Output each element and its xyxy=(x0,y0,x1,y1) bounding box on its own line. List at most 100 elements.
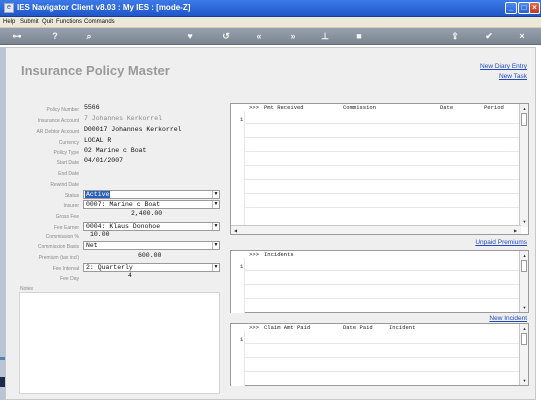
app-icon: e xyxy=(4,3,14,13)
fee-interval-select[interactable]: 2: Quarterly ▼ xyxy=(83,263,220,272)
commission-basis-value: Net xyxy=(86,242,98,249)
grid-row-line xyxy=(245,207,520,208)
currency-value[interactable]: LOCAL R xyxy=(84,137,111,144)
fast-forward-icon[interactable]: » xyxy=(286,30,300,43)
column-header[interactable]: >>> xyxy=(249,251,259,258)
grid-row-line xyxy=(245,151,520,152)
premiums-grid-header: >>> Pmt Received Commission Date Period xyxy=(231,104,528,111)
column-header[interactable]: Commission xyxy=(343,104,376,111)
insurer-value: 0007: Marine c Boat xyxy=(86,201,161,208)
scroll-up-icon[interactable]: ▲ xyxy=(521,105,528,112)
fee-interval-label: Fee Interval xyxy=(52,266,79,272)
commission-pct-value[interactable]: 10.00 xyxy=(90,231,110,238)
scroll-right-icon[interactable]: ▶ xyxy=(512,227,519,234)
scroll-thumb[interactable] xyxy=(521,113,527,126)
claims-vertical-scrollbar[interactable]: ▲ ▼ xyxy=(519,324,528,385)
insurer-select[interactable]: 0007: Marine c Boat ▼ xyxy=(83,200,220,209)
status-select[interactable]: Active ▼ xyxy=(83,190,220,199)
window-titlebar: e IES Navigator Client v8.03 : My IES : … xyxy=(0,0,541,17)
rewind-date-label: Rewind Date xyxy=(50,182,79,188)
column-header[interactable]: Date Paid xyxy=(343,324,373,331)
upload-icon[interactable]: ⇪ xyxy=(448,30,462,43)
scroll-up-icon[interactable]: ▲ xyxy=(521,325,528,332)
help-icon[interactable]: ? xyxy=(48,30,62,43)
chevron-down-icon[interactable]: ▼ xyxy=(212,223,219,230)
column-header[interactable]: Period xyxy=(484,104,504,111)
insurance-account-value[interactable]: 7 Johannes Kerkorrel xyxy=(84,115,162,122)
commission-basis-select[interactable]: Net ▼ xyxy=(83,241,220,250)
end-date-label: End Date xyxy=(58,171,79,177)
policy-type-label: Policy Type xyxy=(53,150,79,156)
chevron-down-icon[interactable]: ▼ xyxy=(212,191,219,198)
undo-icon[interactable]: ↺ xyxy=(219,30,233,43)
insurance-account-label: Insurance Account xyxy=(37,118,79,124)
scroll-down-icon[interactable]: ▼ xyxy=(521,218,528,225)
premiums-vertical-scrollbar[interactable]: ▲ ▼ xyxy=(519,104,528,227)
notes-textarea[interactable] xyxy=(19,292,220,394)
menu-commands[interactable]: Commands xyxy=(84,19,115,25)
heart-icon[interactable]: ♥ xyxy=(183,30,197,43)
policy-number-label: Policy Number xyxy=(46,107,79,113)
premiums-grid[interactable]: >>> Pmt Received Commission Date Period … xyxy=(230,103,529,235)
fee-earner-select[interactable]: 0004: Klaus Donohoe ▼ xyxy=(83,222,220,231)
grid-row-line xyxy=(245,343,520,344)
scroll-up-icon[interactable]: ▲ xyxy=(521,252,528,259)
pin-icon[interactable]: ⊥ xyxy=(318,30,332,43)
column-header[interactable]: >>> xyxy=(249,324,259,331)
start-date-value[interactable]: 04/01/2007 xyxy=(84,157,123,164)
scroll-thumb[interactable] xyxy=(521,260,527,272)
search-icon[interactable]: ⌕ xyxy=(82,30,96,43)
new-incident-link[interactable]: New Incident xyxy=(489,315,527,322)
fee-day-value[interactable]: 4 xyxy=(128,272,132,279)
policy-type-value[interactable]: 02 Marine c Boat xyxy=(84,147,146,154)
incidents-grid[interactable]: >>> Incidents 1 ▲ ▼ xyxy=(230,250,529,313)
window-title: IES Navigator Client v8.03 : My IES : [m… xyxy=(17,3,191,12)
rewind-icon[interactable]: « xyxy=(252,30,266,43)
premium-value[interactable]: 600.00 xyxy=(138,252,161,259)
page-title: Insurance Policy Master xyxy=(21,63,170,78)
column-header[interactable]: Incidents xyxy=(264,251,294,258)
scroll-thumb[interactable] xyxy=(521,333,527,345)
policy-number-value[interactable]: 5566 xyxy=(84,104,100,111)
scroll-left-icon[interactable]: ◀ xyxy=(232,227,239,234)
minimize-button[interactable]: _ xyxy=(505,2,517,14)
chevron-down-icon[interactable]: ▼ xyxy=(212,242,219,249)
key-icon[interactable]: ⊶ xyxy=(8,30,26,43)
menu-submit[interactable]: Submit xyxy=(20,19,39,25)
menu-help[interactable]: Help xyxy=(3,19,15,25)
fee-interval-value: 2: Quarterly xyxy=(86,264,133,271)
column-header[interactable]: >>> xyxy=(249,104,259,111)
check-icon[interactable]: ✔ xyxy=(482,30,496,43)
menu-functions[interactable]: Functions xyxy=(56,19,82,25)
grid-row-line xyxy=(245,298,520,299)
chevron-down-icon[interactable]: ▼ xyxy=(212,264,219,271)
chevron-down-icon[interactable]: ▼ xyxy=(212,201,219,208)
column-header[interactable]: Date xyxy=(440,104,453,111)
menu-quit[interactable]: Quit xyxy=(42,19,53,25)
gross-fee-value[interactable]: 2,400.00 xyxy=(131,210,162,217)
ar-debtor-account-label: AR Debtor Account xyxy=(36,129,79,135)
unpaid-premiums-link[interactable]: Unpaid Premiums xyxy=(475,239,527,246)
new-diary-entry-link[interactable]: New Diary Entry xyxy=(480,63,527,70)
stop-icon[interactable]: ■ xyxy=(352,30,366,43)
scroll-down-icon[interactable]: ▼ xyxy=(521,304,528,311)
ar-debtor-account-value[interactable]: D00017 Johannes Kerkorrel xyxy=(84,126,182,133)
grid-row-line xyxy=(245,270,520,271)
close-window-button[interactable]: × xyxy=(529,2,540,14)
column-header[interactable]: Claim Amt Paid xyxy=(264,324,310,331)
incidents-vertical-scrollbar[interactable]: ▲ ▼ xyxy=(519,251,528,312)
premiums-horizontal-scrollbar[interactable]: ◀ ▶ xyxy=(231,225,521,234)
status-label: Status xyxy=(64,193,79,199)
new-task-link[interactable]: New Task xyxy=(499,73,527,80)
premium-label: Premium (tax incl) xyxy=(38,255,79,261)
close-icon[interactable]: × xyxy=(515,30,529,43)
grid-row-line xyxy=(245,165,520,166)
row-number: 1 xyxy=(240,336,244,343)
claims-grid[interactable]: >>> Claim Amt Paid Date Paid Incident 1 … xyxy=(230,323,529,386)
insurer-label: Insurer xyxy=(63,203,79,209)
gross-fee-label: Gross Fee xyxy=(55,214,79,220)
column-header[interactable]: Pmt Received xyxy=(264,104,304,111)
toolbar: ⊶ ? ⌕ ♥ ↺ « » ⊥ ■ ⇪ ✔ × xyxy=(0,28,541,45)
scroll-down-icon[interactable]: ▼ xyxy=(521,377,528,384)
column-header[interactable]: Incident xyxy=(389,324,415,331)
